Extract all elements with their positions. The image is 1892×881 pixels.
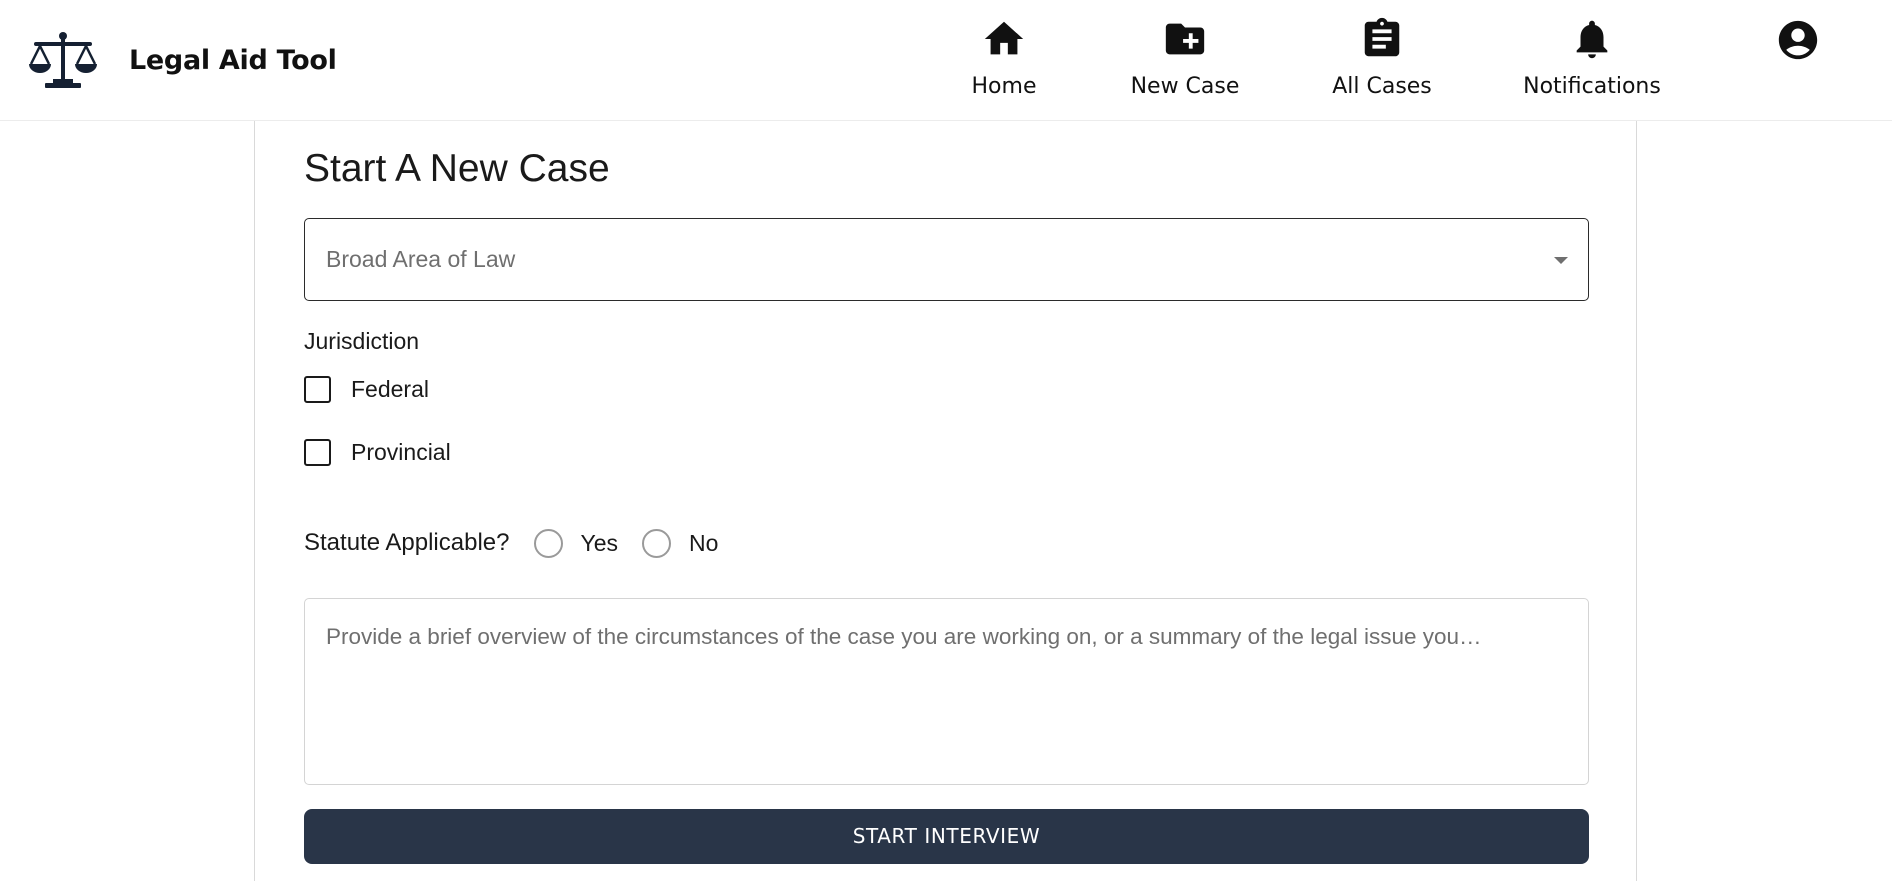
scales-of-justice-icon xyxy=(29,32,97,88)
folder-plus-icon xyxy=(1165,23,1205,55)
statute-yes-radio[interactable] xyxy=(533,528,563,558)
area-of-law-placeholder: Broad Area of Law xyxy=(326,246,516,272)
nav-label-home: Home xyxy=(971,74,1037,99)
statute-applicable-label: Statute Applicable? xyxy=(304,529,510,556)
nav-item-notifications[interactable]: Notifications xyxy=(1518,16,1666,108)
jurisdiction-label: Jurisdiction xyxy=(304,328,420,354)
statute-yes-label: Yes xyxy=(580,529,619,556)
area-of-law-select[interactable]: Broad Area of Law xyxy=(304,218,1589,301)
case-overview-placeholder: Provide a brief overview of the circumst… xyxy=(326,624,1482,649)
statute-no-option[interactable]: No xyxy=(642,528,719,558)
page-title: Start A New Case xyxy=(304,147,610,190)
federal-checkbox[interactable] xyxy=(304,376,331,403)
jurisdiction-federal-option[interactable]: Federal xyxy=(304,376,429,403)
jurisdiction-provincial-option[interactable]: Provincial xyxy=(304,439,451,466)
app-header: Legal Aid Tool Home New Case All Cases N… xyxy=(0,0,1892,121)
nav-label-notifications: Notifications xyxy=(1523,74,1661,99)
provincial-label: Provincial xyxy=(351,439,451,465)
brand[interactable]: Legal Aid Tool xyxy=(28,30,337,90)
nav-item-new-case[interactable]: New Case xyxy=(1126,16,1244,108)
statute-no-radio[interactable] xyxy=(642,528,672,558)
nav-label-new-case: New Case xyxy=(1130,74,1240,99)
home-icon xyxy=(984,21,1024,55)
provincial-checkbox[interactable] xyxy=(304,439,331,466)
nav-item-home[interactable]: Home xyxy=(964,16,1044,108)
chevron-down-icon xyxy=(1554,257,1568,264)
clipboard-list-icon xyxy=(1364,17,1400,57)
statute-no-label: No xyxy=(689,529,719,556)
app-title: Legal Aid Tool xyxy=(129,44,337,76)
bell-icon xyxy=(1576,20,1608,59)
statute-yes-option[interactable]: Yes xyxy=(533,528,619,558)
user-circle-icon[interactable] xyxy=(1775,17,1821,63)
nav-item-all-cases[interactable]: All Cases xyxy=(1325,16,1439,108)
new-case-form: Start A New Case Broad Area of Law Juris… xyxy=(254,121,1637,881)
nav-label-all-cases: All Cases xyxy=(1332,74,1432,99)
federal-label: Federal xyxy=(351,376,429,402)
case-overview-textarea[interactable]: Provide a brief overview of the circumst… xyxy=(304,598,1589,785)
start-interview-button[interactable]: START INTERVIEW xyxy=(304,809,1589,864)
statute-applicable-row: Statute Applicable? Yes No xyxy=(304,525,718,561)
